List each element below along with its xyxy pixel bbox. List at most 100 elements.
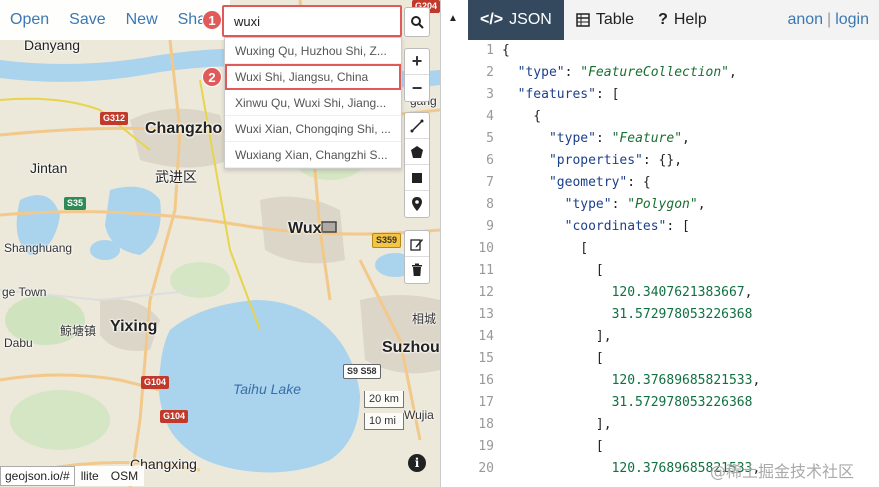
code-line: 9 "coordinates": [ [468, 216, 879, 238]
layer-osm-tab[interactable]: OSM [104, 465, 145, 486]
draw-rectangle-button[interactable] [405, 165, 429, 191]
polygon-icon [411, 145, 423, 158]
map-bottom-bar: geojson.io/# llite OSM [0, 464, 145, 487]
search-button[interactable] [404, 7, 430, 37]
line-number: 2 [486, 65, 494, 80]
code-text: "type": "Feature", [548, 131, 690, 146]
map-label-taihu-lake: Taihu Lake [233, 381, 301, 397]
code-text: "coordinates": [ [564, 219, 690, 234]
search-result-item[interactable]: Xinwu Qu, Wuxi Shi, Jiang... [225, 90, 401, 116]
map-canvas[interactable]: Danyang Changzho Jintan 武进区 Shanghuang g… [0, 0, 440, 487]
save-button[interactable]: Save [69, 11, 105, 29]
code-line: 6 "properties": {}, [468, 150, 879, 172]
tab-json[interactable]: </> JSON [468, 0, 564, 40]
line-number: 16 [478, 373, 494, 388]
map-label-jintan: Jintan [30, 160, 68, 176]
code-line: 17 31.572978053226368 [468, 392, 879, 414]
json-editor[interactable]: 1{2 "type": "FeatureCollection", 3 "featu… [468, 40, 879, 487]
draw-polygon-button[interactable] [405, 139, 429, 165]
search-input[interactable] [224, 7, 400, 35]
line-number: 9 [486, 219, 494, 234]
code-text: { [502, 43, 510, 58]
login-link[interactable]: login [835, 11, 869, 28]
search-results-list: Wuxing Qu, Huzhou Shi, Z... Wuxi Shi, Ji… [224, 37, 402, 169]
map-label-wujiang: Wujia [404, 408, 434, 422]
code-line: 16 120.37689685821533, [468, 370, 879, 392]
code-text: { [502, 109, 542, 124]
collapse-arrow-icon[interactable]: ▲ [448, 13, 458, 24]
step-badge-1: 1 [202, 10, 222, 30]
code-text: [ [502, 241, 589, 256]
line-number: 1 [486, 43, 494, 58]
map-label-changzhou: Changzho [145, 120, 223, 137]
code-line: 19 [ [468, 436, 879, 458]
map-label-suzhou: Suzhou [382, 339, 440, 356]
line-number: 12 [478, 285, 494, 300]
draw-line-button[interactable] [405, 113, 429, 139]
code-line: 5 "type": "Feature", [468, 128, 879, 150]
anon-link[interactable]: anon [787, 11, 823, 28]
scale-km: 20 km [364, 391, 404, 408]
map-label-yixing: Yixing [110, 318, 158, 335]
line-number: 5 [486, 131, 494, 146]
map-label-xiangcheng: 相城 [412, 312, 437, 326]
line-number: 15 [478, 351, 494, 366]
line-number: 13 [478, 307, 494, 322]
road-shield-g104-a: G104 [141, 376, 170, 389]
info-icon[interactable]: i [408, 454, 426, 472]
step-badge-2: 2 [202, 67, 222, 87]
tab-table-label: Table [595, 11, 635, 28]
tab-help[interactable]: ? Help [646, 0, 719, 40]
line-number: 4 [486, 109, 494, 124]
table-icon [576, 13, 590, 27]
edit-layers-button[interactable] [405, 231, 429, 257]
status-url: geojson.io/# [0, 465, 75, 486]
draw-marker-button[interactable] [405, 191, 429, 217]
code-icon: </> [480, 11, 504, 28]
pane-splitter[interactable] [440, 0, 468, 487]
edit-icon [410, 238, 423, 251]
zoom-control: + − [404, 48, 430, 102]
edit-toolbar [404, 230, 430, 284]
search-result-item-selected[interactable]: Wuxi Shi, Jiangsu, China [225, 64, 401, 90]
code-text: [ [502, 351, 604, 366]
code-text: "type": "FeatureCollection", [517, 65, 737, 80]
code-line: 10 [ [468, 238, 879, 260]
code-line: 2 "type": "FeatureCollection", [468, 62, 879, 84]
map-label-shanghuang: Shanghuang [4, 241, 73, 255]
code-line: 12 120.3407621383667, [468, 282, 879, 304]
open-button[interactable]: Open [10, 11, 49, 29]
road-shield-s35: S35 [64, 197, 87, 210]
zoom-in-button[interactable]: + [405, 49, 429, 75]
layer-satellite-tab[interactable]: llite [74, 465, 105, 486]
watermark: @稀土掘金技术社区 [710, 462, 855, 481]
search-icon [411, 16, 424, 29]
code-text: "properties": {}, [548, 153, 683, 168]
code-text: "geometry": { [548, 175, 651, 190]
code-text: "type": "Polygon", [564, 197, 706, 212]
code-line: 8 "type": "Polygon", [468, 194, 879, 216]
search-result-item[interactable]: Wuxiang Xian, Changzhi S... [225, 142, 401, 168]
line-number: 10 [478, 241, 494, 256]
map-label-jingtang: 鲸塘镇 [60, 324, 97, 338]
tab-json-label: JSON [509, 11, 552, 28]
line-number: 8 [486, 197, 494, 212]
search-result-item[interactable]: Wuxing Qu, Huzhou Shi, Z... [225, 38, 401, 64]
line-number: 18 [478, 417, 494, 432]
new-button[interactable]: New [126, 11, 158, 29]
rectangle-icon [412, 172, 422, 183]
code-text: 31.572978053226368 [611, 395, 753, 410]
auth-links: anon | login [787, 11, 879, 29]
tab-table[interactable]: Table [564, 0, 646, 40]
zoom-out-button[interactable]: − [405, 75, 429, 101]
draw-toolbar [404, 112, 430, 218]
code-text: 31.572978053226368 [611, 307, 753, 322]
code-text: 120.3407621383667, [611, 285, 753, 300]
line-number: 17 [478, 395, 494, 410]
auth-separator: | [827, 11, 832, 28]
road-shield-s9-s58: S9 S58 [343, 364, 381, 379]
delete-layers-button[interactable] [405, 257, 429, 283]
code-line: 13 31.572978053226368 [468, 304, 879, 326]
road-shield-g312: G312 [100, 112, 129, 125]
search-result-item[interactable]: Wuxi Xian, Chongqing Shi, ... [225, 116, 401, 142]
